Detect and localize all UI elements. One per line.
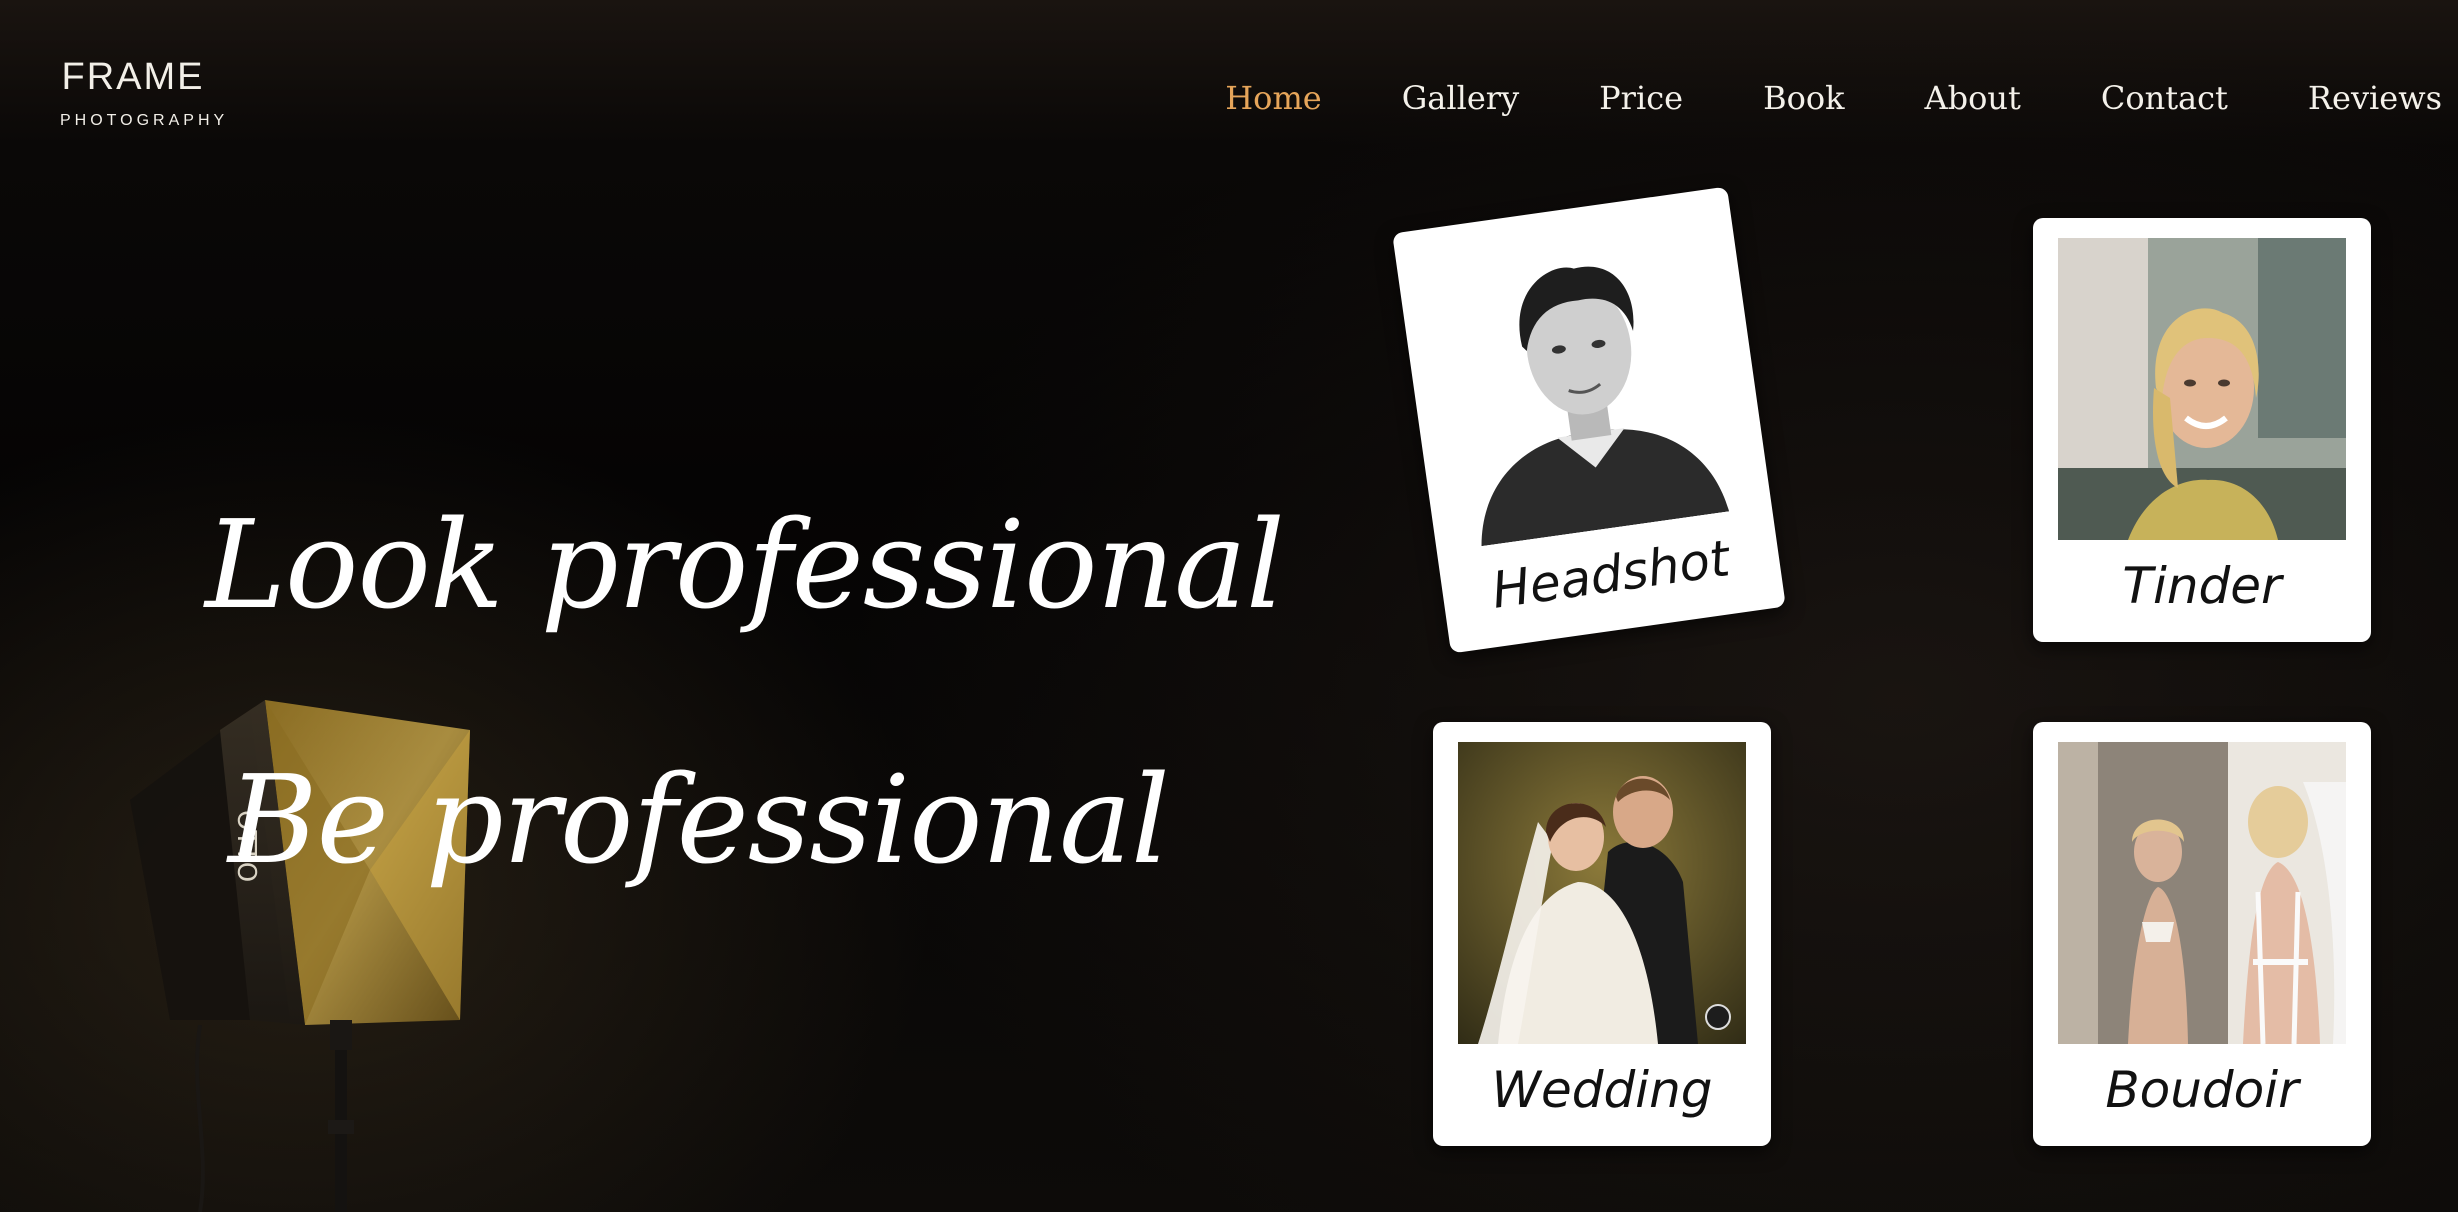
card-tinder[interactable]: Tinder (2033, 218, 2371, 642)
main-nav: Home Gallery Price Book About Contact Re… (1145, 74, 2442, 122)
card-boudoir-label: Boudoir (2105, 1061, 2299, 1119)
tinder-photo (2058, 238, 2346, 540)
logo-subtitle: PHOTOGRAPHY (60, 112, 229, 129)
nav-gallery[interactable]: Gallery (1402, 74, 1519, 122)
nav-about[interactable]: About (1925, 74, 2021, 122)
boudoir-photo (2058, 742, 2346, 1044)
site-logo[interactable]: FRAME PHOTOGRAPHY (60, 52, 229, 130)
card-tinder-label: Tinder (2122, 557, 2282, 615)
page: FRAME PHOTOGRAPHY Home Gallery Price Boo… (0, 0, 2458, 1212)
logo-title: FRAME (61, 56, 205, 98)
wedding-photo (1458, 742, 1746, 1044)
nav-contact[interactable]: Contact (2101, 74, 2228, 122)
hero-headline-2: Be professional (228, 749, 1170, 891)
hero-headline-1: Look professional (205, 494, 1285, 636)
nav-home[interactable]: Home (1225, 74, 1321, 122)
card-wedding-label: Wedding (1491, 1061, 1713, 1119)
card-wedding[interactable]: Wedding (1433, 722, 1771, 1146)
card-headshot[interactable]: Headshot (1392, 186, 1786, 654)
nav-price[interactable]: Price (1599, 74, 1683, 122)
card-boudoir[interactable]: Boudoir (2033, 722, 2371, 1146)
nav-reviews[interactable]: Reviews (2308, 74, 2442, 122)
nav-book[interactable]: Book (1763, 74, 1844, 122)
headshot-photo (1419, 209, 1747, 549)
